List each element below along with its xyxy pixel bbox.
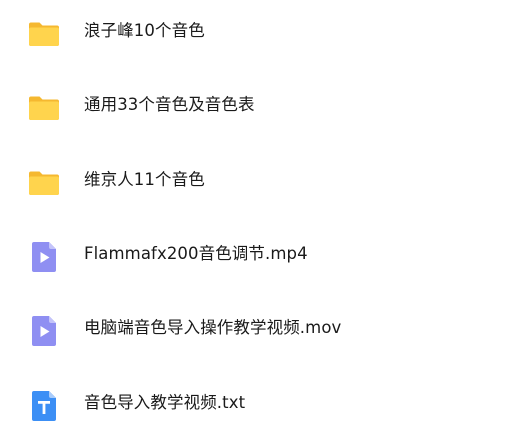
file-name: 浪子峰10个音色 [84, 21, 205, 40]
video-file-icon [26, 239, 62, 275]
text-file-icon [26, 388, 62, 424]
file-item-folder[interactable]: 浪子峰10个音色 [0, 6, 522, 58]
folder-icon [26, 165, 62, 201]
folder-icon [26, 90, 62, 126]
file-name: 通用33个音色及音色表 [84, 95, 255, 114]
file-name: Flammafx200音色调节.mp4 [84, 244, 308, 263]
file-item-text[interactable]: 音色导入教学视频.txt [0, 378, 522, 430]
file-name: 音色导入教学视频.txt [84, 393, 246, 412]
file-item-folder[interactable]: 维京人11个音色 [0, 155, 522, 207]
file-name: 电脑端音色导入操作教学视频.mov [84, 318, 342, 337]
file-list: 浪子峰10个音色 通用33个音色及音色表 维京人11个音色 Flammafx20… [0, 0, 522, 431]
file-name: 维京人11个音色 [84, 170, 205, 189]
folder-icon [26, 16, 62, 52]
file-item-video[interactable]: 电脑端音色导入操作教学视频.mov [0, 303, 522, 355]
file-item-video[interactable]: Flammafx200音色调节.mp4 [0, 229, 522, 281]
file-item-folder[interactable]: 通用33个音色及音色表 [0, 80, 522, 132]
video-file-icon [26, 313, 62, 349]
